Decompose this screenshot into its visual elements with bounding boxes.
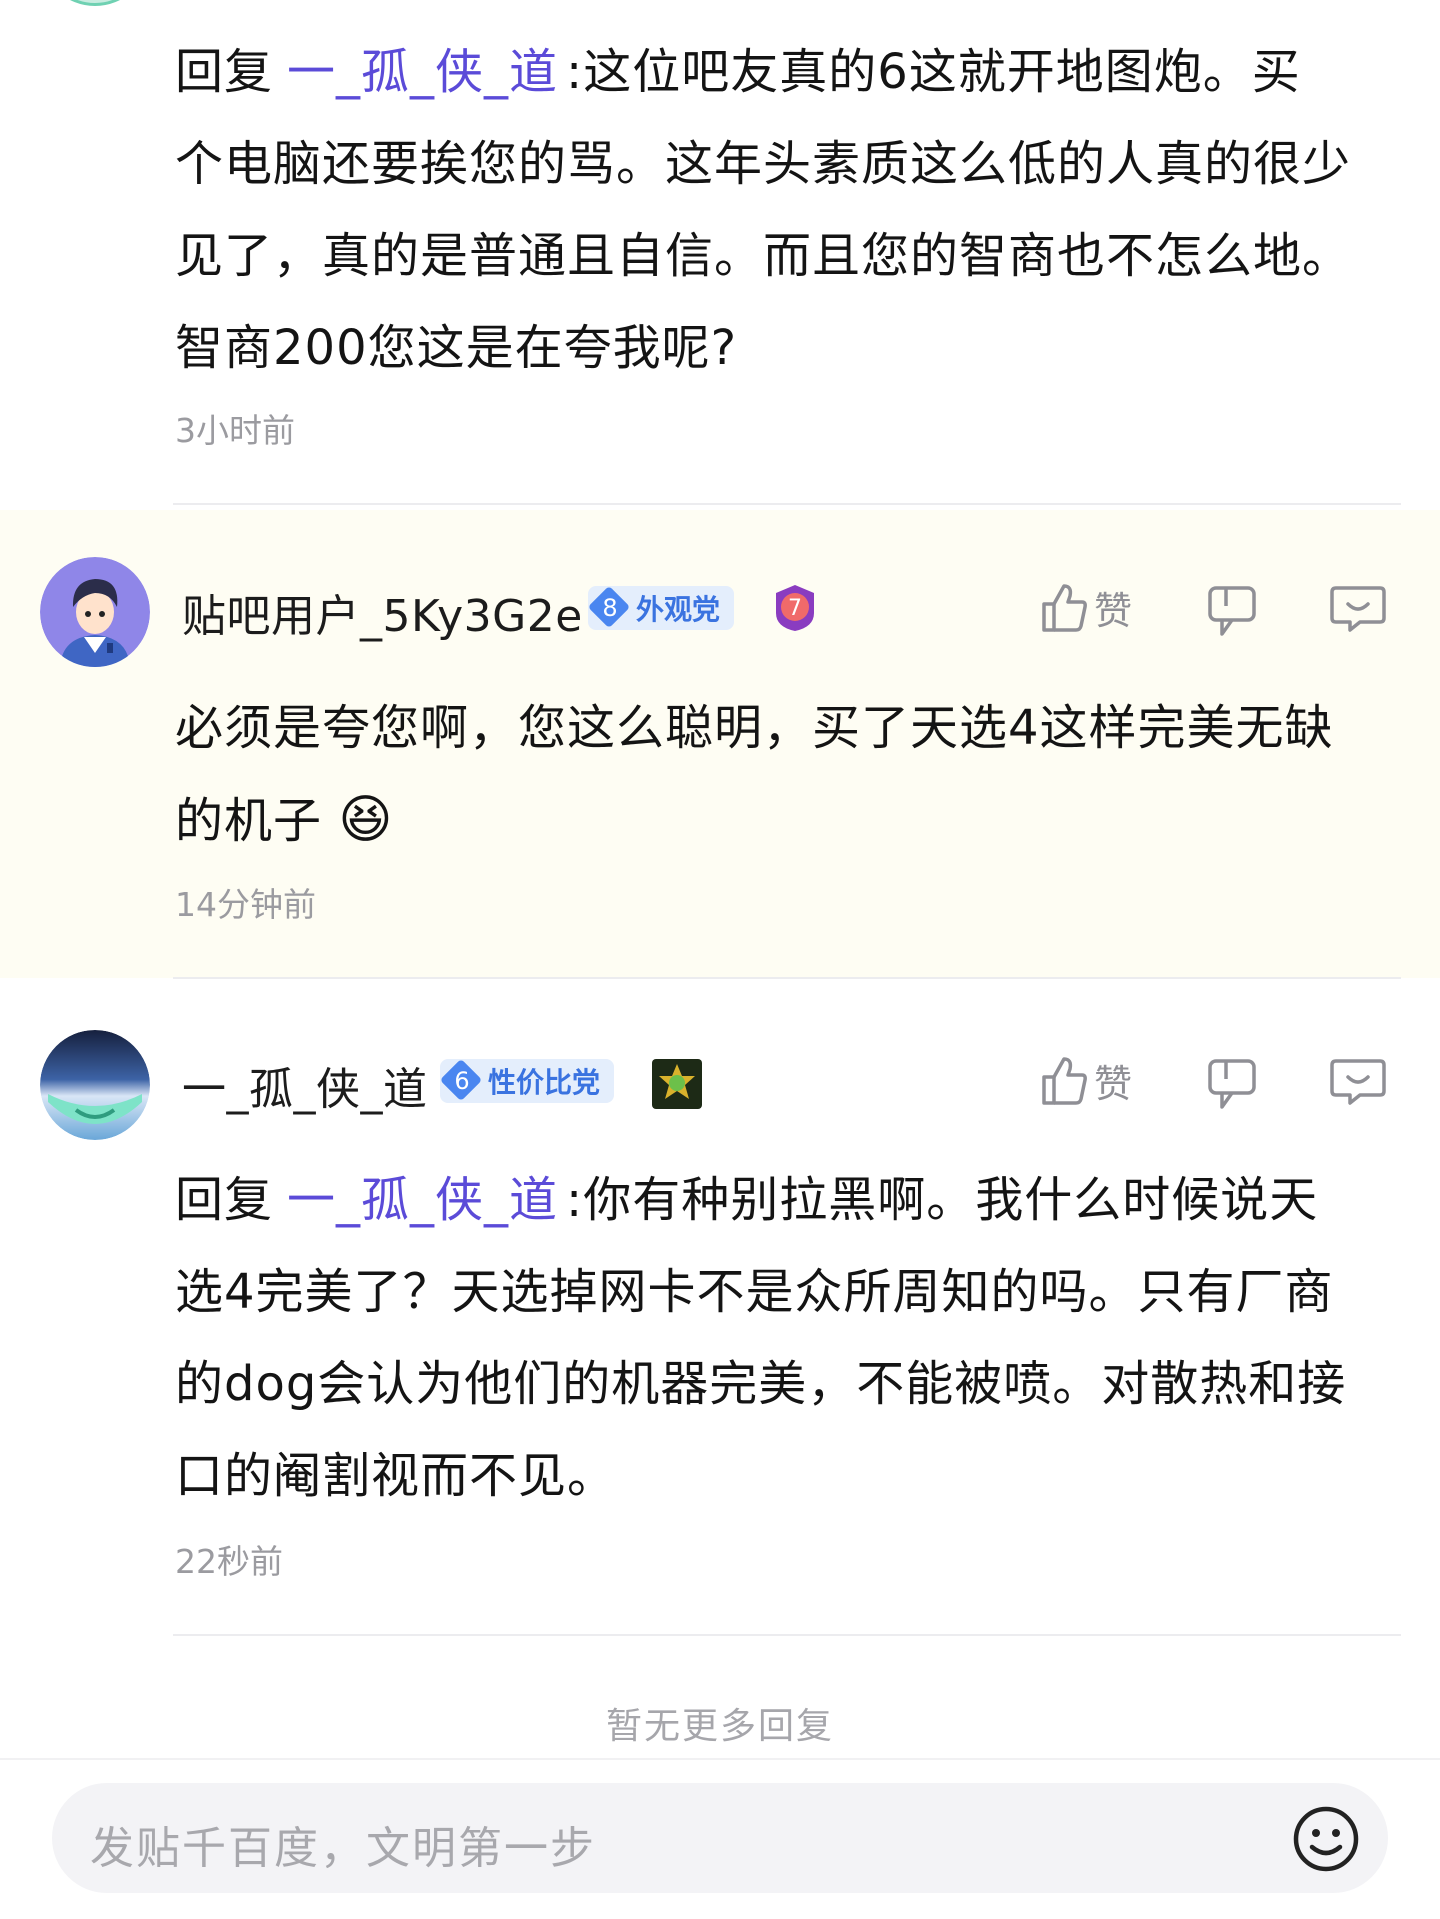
laughing-emoji-icon: 😆 [338,790,394,850]
like-button[interactable]: 赞 [1040,580,1132,635]
thumbs-up-icon [1042,583,1087,632]
comment-bubble-icon [1330,1059,1386,1105]
reply-input-placeholder[interactable]: 发贴千百度，文明第一步 [90,1812,596,1876]
comment-text-line: :你有种别拉黑啊。我什么时候说天 [566,1172,1319,1228]
avatar[interactable] [40,0,150,6]
badge-label: 外观党 [636,593,721,626]
comment-text-line: 的dog会认为他们的机器完美，不能被喷。对散热和接 [175,1356,1347,1412]
divider [173,977,1401,979]
dislike-button[interactable] [1206,1057,1258,1115]
medal-icon[interactable]: 7 [772,583,818,633]
comment-text-line: 的机子 [175,793,323,849]
user-avatar[interactable] [40,557,150,667]
reply-button[interactable] [1330,1053,1386,1113]
like-button[interactable]: 赞 [1040,1053,1132,1108]
reply-text-line: 智商200您这是在夸我呢? [175,320,738,376]
emoji-icon[interactable] [1292,1805,1360,1877]
comment-bubble-icon [1330,586,1386,632]
timestamp: 14分钟前 [175,885,316,924]
comment-text-line: 必须是夸您啊，您这么聪明，买了天选4这样完美无缺 [175,700,1334,756]
timestamp: 22秒前 [175,1542,283,1581]
thumbs-down-icon [1208,1059,1256,1109]
level-badge[interactable]: 6 性价比党 [440,1059,615,1103]
comment-content: 回复 一_孤_侠_道:你有种别拉黑啊。我什么时候说天 选4完美了？天选掉网卡不是众… [175,1154,1405,1522]
level-number: 8 [590,588,630,628]
medal-icon[interactable] [652,1059,702,1109]
divider [173,503,1401,505]
no-more-replies-text: 暂无更多回复 [605,1706,834,1747]
reply-text-line: 个电脑还要挨您的骂。这年头素质这么低的人真的很少 [175,136,1352,192]
mention-link[interactable]: 一_孤_侠_道 [287,44,558,100]
level-number: 6 [442,1061,482,1101]
thumbs-down-icon [1208,586,1256,636]
thumbs-up-icon [1042,1056,1087,1105]
reply-text-line: 见了，真的是普通且自信。而且您的智商也不怎么地。 [175,228,1352,284]
like-label: 赞 [1094,1062,1133,1106]
username[interactable]: 贴吧用户_5Ky3G2e [182,580,583,644]
badge-label: 性价比党 [488,1066,601,1099]
reply-prefix: 回复 [175,44,274,100]
reply-button[interactable] [1330,580,1386,640]
comment-text-line: 口的阉割视而不见。 [175,1448,617,1504]
username[interactable]: 一_孤_侠_道 [182,1053,428,1117]
timestamp: 3小时前 [175,411,295,450]
divider [173,1634,1401,1636]
comment-text-line: 选4完美了？天选掉网卡不是众所周知的吗。只有厂商 [175,1264,1334,1320]
dislike-button[interactable] [1206,584,1258,642]
reply-text-line: :这位吧友真的6这就开地图炮。买 [566,44,1301,100]
medal-number: 7 [788,596,802,621]
like-label: 赞 [1094,589,1133,633]
level-badge[interactable]: 8 外观党 [588,586,735,630]
reply-prefix: 回复 [175,1172,274,1228]
comment-content: 必须是夸您啊，您这么聪明，买了天选4这样完美无缺 的机子 😆 [175,682,1405,866]
reply-content: 回复 一_孤_侠_道:这位吧友真的6这就开地图炮。买 个电脑还要挨您的骂。这年头素… [175,26,1405,394]
user-avatar[interactable] [40,1030,150,1140]
mention-link[interactable]: 一_孤_侠_道 [287,1172,558,1228]
